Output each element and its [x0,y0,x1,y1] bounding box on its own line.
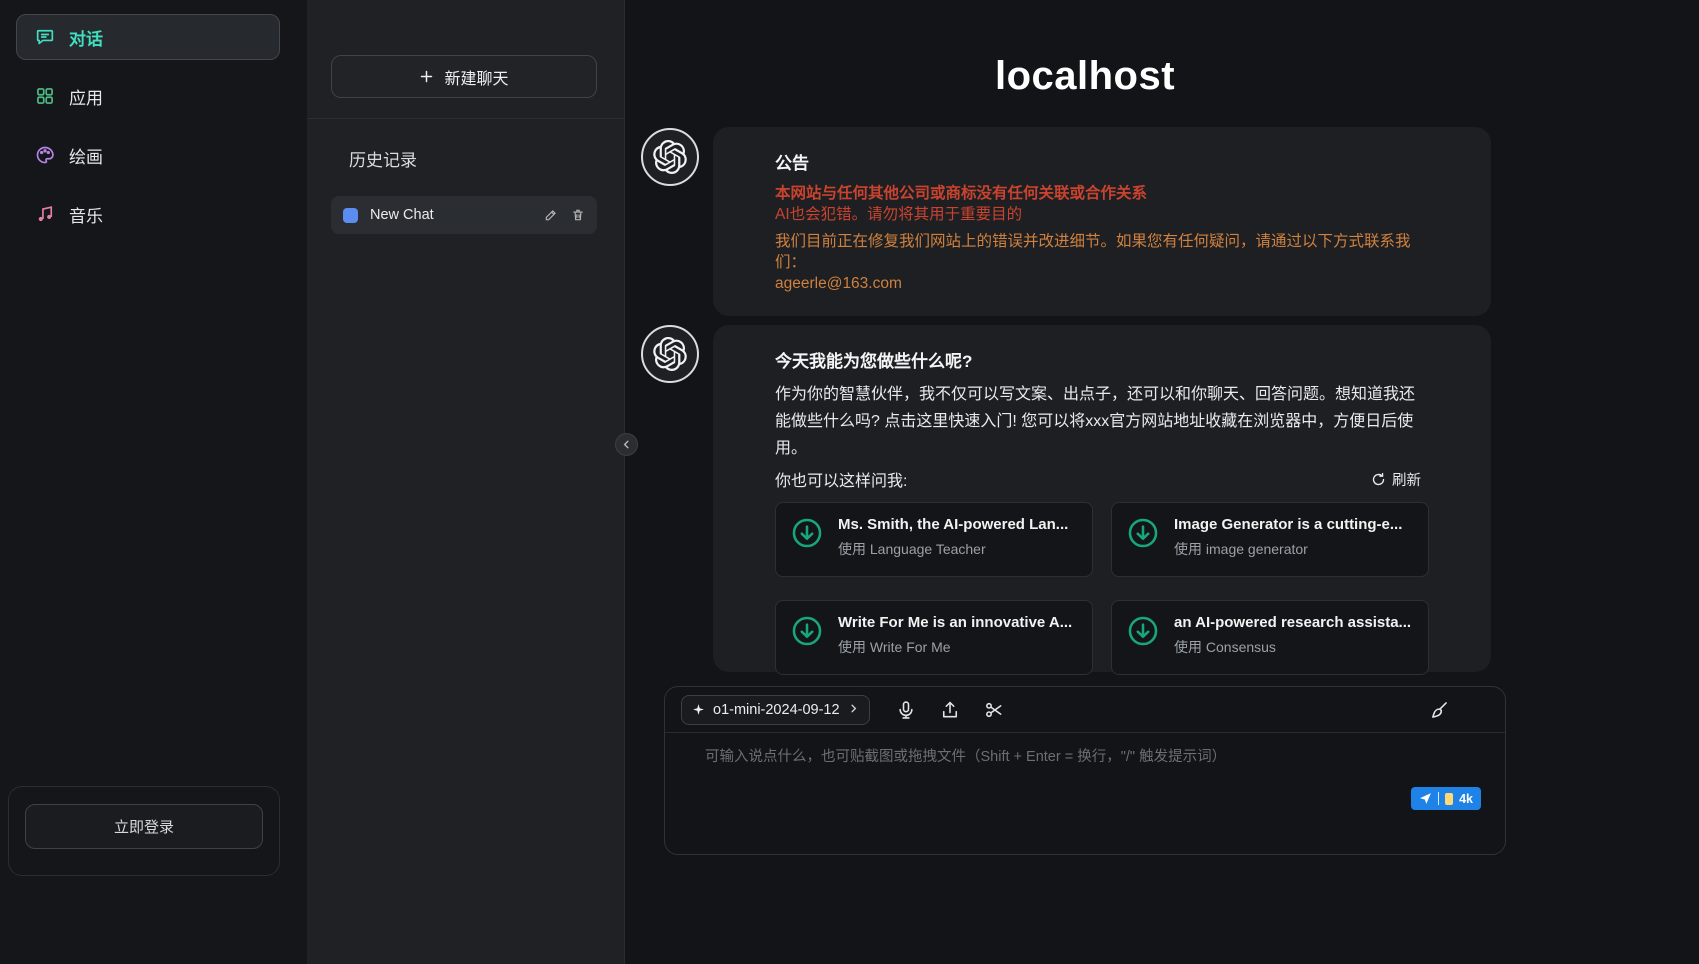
sidebar-item-chat[interactable]: 对话 [16,14,280,60]
login-button[interactable]: 立即登录 [25,804,263,849]
welcome-message: 今天我能为您做些什么呢? 作为你的智慧伙伴，我不仅可以写文案、出点子，还可以和你… [713,325,1491,672]
panel-divider [307,118,624,119]
composer: o1-mini-2024-09-12 4k [664,686,1506,855]
suggestion-title: Ms. Smith, the AI-powered Lan... [838,516,1068,533]
sidebar-item-label: 音乐 [69,202,103,227]
chevron-right-icon [848,702,859,718]
announcement-heading: 公告 [775,149,1429,174]
suggestion-subtitle: 使用 image generator [1174,539,1402,559]
new-chat-label: 新建聊天 [444,65,508,89]
chevron-left-icon [621,439,632,450]
token-icon [1445,793,1453,805]
announcement-line: AI也会犯错。请勿将其用于重要目的 [775,204,1429,225]
refresh-label: 刷新 [1392,469,1421,490]
apps-icon [35,86,55,106]
suggestion-title: Image Generator is a cutting-e... [1174,516,1402,533]
suggestion-card[interactable]: an AI-powered research assista... 使用 Con… [1111,600,1429,675]
suggestion-title: Write For Me is an innovative A... [838,614,1072,631]
sidebar-item-apps[interactable]: 应用 [16,73,280,119]
refresh-icon [1371,472,1386,487]
message-input[interactable] [705,745,1467,817]
sparkle-icon [692,703,705,716]
token-count: 4k [1459,792,1473,806]
chat-list-panel: 新建聊天 历史记录 New Chat [307,0,625,964]
circle-arrow-down-icon [790,516,824,550]
circle-arrow-down-icon [790,614,824,648]
sidebar-item-label: 绘画 [69,143,103,168]
page-title: localhost [664,54,1506,99]
music-icon [35,204,55,224]
suggestion-title: an AI-powered research assista... [1174,614,1411,631]
broom-icon [1429,700,1449,720]
refresh-button[interactable]: 刷新 [1371,469,1421,490]
palette-icon [35,145,55,165]
suggestion-subtitle: 使用 Consensus [1174,637,1411,657]
sidebar-item-drawing[interactable]: 绘画 [16,132,280,178]
welcome-body: 作为你的智慧伙伴，我不仅可以写文案、出点子，还可以和你聊天、回答问题。想知道我还… [775,381,1429,462]
suggestion-subtitle: 使用 Write For Me [838,637,1072,657]
circle-arrow-down-icon [1126,516,1160,550]
clear-context-button[interactable] [1429,700,1449,720]
model-selector[interactable]: o1-mini-2024-09-12 [681,695,870,725]
plus-icon [419,69,434,84]
login-panel: 立即登录 [8,786,280,876]
sidebar-item-label: 对话 [69,25,103,50]
suggestion-subtitle: 使用 Language Teacher [838,539,1068,559]
suggestion-card[interactable]: Ms. Smith, the AI-powered Lan... 使用 Lang… [775,502,1093,577]
openai-logo-icon [653,337,687,371]
chat-list-item[interactable]: New Chat [331,196,597,234]
chat-item-avatar [343,208,358,223]
announcement-line: 我们目前正在修复我们网站上的错误并改进细节。如果您有任何疑问，请通过以下方式联系… [775,231,1429,273]
sidebar-item-music[interactable]: 音乐 [16,191,280,237]
bot-avatar [641,325,699,383]
history-title: 历史记录 [349,146,417,171]
announcement-line: 本网站与任何其他公司或商标没有任何关联或合作关系 [775,183,1429,204]
circle-arrow-down-icon [1126,614,1160,648]
sidebar-item-label: 应用 [69,84,103,109]
send-icon [1419,792,1432,805]
chat-item-title: New Chat [370,207,544,223]
upload-icon[interactable] [940,700,960,720]
new-chat-button[interactable]: 新建聊天 [331,55,597,98]
sidebar: 对话 应用 绘画 音乐 立即登录 [0,0,307,964]
delete-icon[interactable] [571,208,585,222]
model-name: o1-mini-2024-09-12 [713,702,840,718]
suggestion-card[interactable]: Image Generator is a cutting-e... 使用 ima… [1111,502,1429,577]
chat-icon [35,27,55,47]
bot-avatar [641,128,699,186]
badge-divider [1438,792,1439,805]
announcement-contact-email[interactable]: ageerle@163.com [775,273,1429,294]
edit-icon[interactable] [544,208,558,222]
suggestion-grid: Ms. Smith, the AI-powered Lan... 使用 Lang… [775,502,1429,675]
scissors-icon[interactable] [984,700,1004,720]
openai-logo-icon [653,140,687,174]
mic-icon[interactable] [896,700,916,720]
send-button[interactable]: 4k [1411,787,1481,810]
collapse-sidebar-button[interactable] [615,433,638,456]
ask-hint: 你也可以这样问我: [775,467,907,491]
welcome-heading: 今天我能为您做些什么呢? [775,347,1429,372]
announcement-message: 公告 本网站与任何其他公司或商标没有任何关联或合作关系 AI也会犯错。请勿将其用… [713,127,1491,316]
suggestion-card[interactable]: Write For Me is an innovative A... 使用 Wr… [775,600,1093,675]
